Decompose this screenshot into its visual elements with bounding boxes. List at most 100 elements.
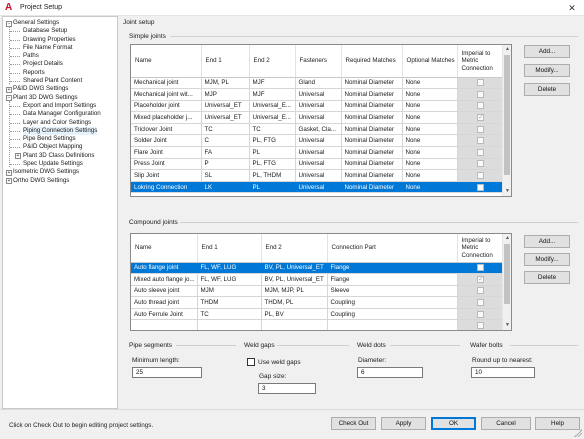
- scroll-down-icon[interactable]: ▼: [503, 321, 511, 330]
- column-header[interactable]: Optional Matches: [402, 45, 458, 78]
- column-header[interactable]: Name: [131, 234, 198, 263]
- simple-delete-button[interactable]: Delete: [524, 83, 570, 96]
- table-row[interactable]: Mechanical joint wit... MJP MJF Universal No…: [131, 88, 505, 101]
- table-row[interactable]: Solder Joint C PL, FTG Universal Nominal Dia…: [131, 134, 505, 148]
- collapse-icon[interactable]: −: [6, 95, 12, 102]
- scroll-thumb[interactable]: [504, 244, 510, 304]
- tree-item[interactable]: Drawing Properties: [3, 36, 117, 44]
- imperial-metric-checkbox[interactable]: [477, 79, 484, 87]
- cancel-button[interactable]: Cancel: [481, 417, 531, 430]
- table-row[interactable]: Mixed auto flange jo... FL, WF, LUG BV, PL…: [131, 273, 505, 286]
- simple-joints-grid[interactable]: Name End 1 End 2 Fasteners Required Matches O…: [130, 44, 512, 197]
- column-header[interactable]: Required Matches: [341, 45, 403, 78]
- round-up-field[interactable]: 10: [471, 367, 535, 378]
- expand-icon[interactable]: +: [6, 169, 12, 176]
- gap-size-field[interactable]: 3: [258, 383, 316, 394]
- compound-modify-button[interactable]: Modify...: [524, 253, 570, 266]
- imperial-metric-checkbox[interactable]: [477, 160, 484, 168]
- collapse-icon[interactable]: −: [6, 20, 12, 27]
- imperial-metric-checkbox[interactable]: [477, 299, 484, 306]
- compound-joints-grid[interactable]: Name End 1 End 2 Connection Part Imperial to…: [130, 233, 512, 331]
- imperial-metric-checkbox[interactable]: [477, 183, 484, 191]
- table-row[interactable]: Slip Joint SL PL, THDM Universal Nominal Dia…: [131, 169, 505, 182]
- column-header[interactable]: End 2: [249, 45, 296, 78]
- tree-item[interactable]: Layer and Color Settings: [3, 119, 117, 127]
- scroll-down-icon[interactable]: ▼: [503, 187, 511, 196]
- minimum-length-field[interactable]: 25: [132, 367, 202, 378]
- tree-item[interactable]: Paths: [3, 52, 117, 60]
- imperial-metric-checkbox[interactable]: [477, 275, 484, 283]
- table-row[interactable]: Mixed placeholder j... Universal_ET Univer…: [131, 111, 505, 124]
- expand-icon[interactable]: +: [6, 86, 12, 93]
- compound-delete-button[interactable]: Delete: [524, 271, 570, 284]
- tree-item[interactable]: Export and Import Settings: [3, 102, 117, 110]
- tree-item[interactable]: − Plant 3D DWG Settings: [3, 94, 117, 102]
- tree-item[interactable]: + Ortho DWG Settings: [3, 177, 117, 185]
- imperial-metric-checkbox[interactable]: [477, 102, 484, 110]
- imperial-metric-checkbox[interactable]: [477, 171, 484, 179]
- imperial-metric-checkbox[interactable]: [477, 310, 484, 318]
- close-button[interactable]: ✕: [566, 2, 578, 14]
- simple-modify-button[interactable]: Modify...: [524, 64, 570, 77]
- table-cell: Universal: [295, 181, 342, 194]
- column-header[interactable]: End 1: [201, 45, 250, 78]
- simple-add-button[interactable]: Add...: [524, 45, 570, 58]
- tree-item[interactable]: Pipe Bend Settings: [3, 135, 117, 143]
- expand-icon[interactable]: +: [6, 178, 12, 185]
- imperial-metric-checkbox[interactable]: [477, 113, 484, 121]
- table-cell: Nominal Diameter: [341, 181, 403, 194]
- column-header[interactable]: Imperial to Metric Connection: [457, 45, 505, 78]
- resize-grip-icon[interactable]: [574, 429, 582, 437]
- imperial-metric-checkbox[interactable]: [477, 137, 484, 145]
- compound-joints-scrollbar[interactable]: ▲ ▼: [502, 234, 511, 330]
- column-header[interactable]: End 1: [197, 234, 262, 263]
- imperial-metric-checkbox[interactable]: [477, 287, 484, 295]
- tree-item[interactable]: File Name Format: [3, 44, 117, 52]
- diameter-field[interactable]: 6: [357, 367, 423, 378]
- compound-add-button[interactable]: Add...: [524, 235, 570, 248]
- imperial-metric-checkbox[interactable]: [477, 125, 484, 133]
- tree-item[interactable]: Shared Plant Content: [3, 77, 117, 85]
- table-row[interactable]: Triclover Joint TC TC Gasket, Cla... Nominal…: [131, 123, 505, 136]
- tree-item[interactable]: Data Manager Configuration: [3, 110, 117, 118]
- use-weld-gaps-checkbox[interactable]: [247, 358, 255, 366]
- table-row[interactable]: Flare Joint FA PL Universal Nominal Diameter…: [131, 146, 505, 159]
- tree-item[interactable]: Database Setup: [3, 27, 117, 35]
- table-row[interactable]: Mechanical joint MJM, PL MJF Gland Nominal D…: [131, 77, 505, 90]
- settings-tree[interactable]: − General Settings Database Setup Drawing P…: [2, 16, 118, 409]
- table-row[interactable]: [131, 319, 505, 330]
- tree-item[interactable]: Reports: [3, 69, 117, 77]
- imperial-metric-checkbox[interactable]: [477, 264, 484, 272]
- table-row[interactable]: Lokring Connection LK PL Universal Nominal D…: [131, 181, 505, 194]
- ok-button[interactable]: OK: [431, 417, 476, 430]
- check-out-button[interactable]: Check Out: [331, 417, 376, 430]
- table-row[interactable]: Press Joint P PL, FTG Universal Nominal Diam…: [131, 158, 505, 171]
- scroll-up-icon[interactable]: ▲: [503, 45, 511, 54]
- table-row[interactable]: Auto thread joint THDM THDM, PL Coupling: [131, 296, 505, 309]
- tree-item[interactable]: + P&ID DWG Settings: [3, 85, 117, 93]
- expand-icon[interactable]: +: [15, 153, 21, 160]
- table-row[interactable]: Placeholder joint Universal_ET Universal_E…: [131, 100, 505, 113]
- imperial-metric-checkbox[interactable]: [477, 90, 484, 98]
- column-header[interactable]: End 2: [261, 234, 328, 263]
- apply-button[interactable]: Apply: [381, 417, 426, 430]
- table-row[interactable]: Auto flange joint FL, WF, LUG BV, PL, Univ…: [131, 262, 505, 275]
- column-header[interactable]: Name: [131, 45, 202, 78]
- table-row[interactable]: Auto sleeve joint MJM MJM, MJP, PL Sleeve: [131, 285, 505, 298]
- tree-item[interactable]: Piping Connection Settings: [3, 126, 117, 136]
- tree-item[interactable]: − General Settings: [3, 19, 117, 27]
- tree-item[interactable]: P&ID Object Mapping: [3, 143, 117, 151]
- scroll-thumb[interactable]: [504, 55, 510, 175]
- tree-item[interactable]: + Isometric DWG Settings: [3, 168, 117, 176]
- tree-item[interactable]: Spec Update Settings: [3, 160, 117, 168]
- tree-item[interactable]: + Plant 3D Class Definitions: [3, 152, 117, 160]
- table-row[interactable]: Auto Ferrule Joint TC PL, BV Coupling: [131, 308, 505, 321]
- column-header[interactable]: Connection Part: [327, 234, 458, 263]
- column-header[interactable]: Fasteners: [295, 45, 342, 78]
- simple-joints-scrollbar[interactable]: ▲ ▼: [502, 45, 511, 196]
- imperial-metric-checkbox[interactable]: [477, 322, 484, 330]
- scroll-up-icon[interactable]: ▲: [503, 234, 511, 243]
- imperial-metric-checkbox[interactable]: [477, 148, 484, 156]
- column-header[interactable]: Imperial to Metric Connection: [457, 234, 505, 263]
- tree-item[interactable]: Project Details: [3, 60, 117, 68]
